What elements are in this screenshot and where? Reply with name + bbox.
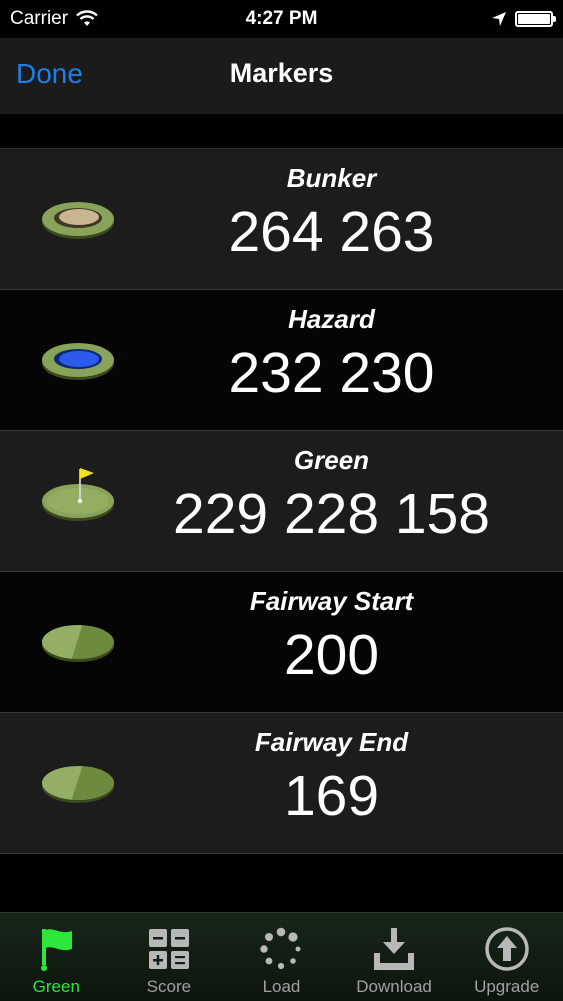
tab-label: Upgrade	[474, 977, 540, 996]
marker-distances: 229 228 158	[173, 482, 490, 546]
calculator-icon	[145, 925, 193, 973]
battery-level	[518, 14, 550, 24]
marker-row[interactable]: Fairway Start 200	[0, 572, 563, 713]
tab-label: Green	[32, 977, 80, 996]
marker-name: Fairway Start	[249, 586, 414, 616]
marker-name: Fairway End	[254, 727, 409, 757]
location-arrow-icon	[492, 12, 506, 26]
tab-score[interactable]: Score	[113, 913, 226, 1001]
marker-distances: 232 230	[228, 341, 435, 405]
done-button[interactable]: Done	[16, 58, 83, 90]
tab-load[interactable]: Load	[225, 913, 338, 1001]
download-icon	[370, 925, 418, 973]
tab-green[interactable]: Green	[0, 913, 113, 1001]
marker-name: Hazard	[288, 304, 375, 334]
status-right	[491, 11, 556, 27]
tab-label: Download	[356, 977, 432, 996]
marker-name: Bunker	[286, 163, 377, 193]
wifi-icon	[76, 10, 98, 26]
tab-download[interactable]: Download	[338, 913, 451, 1001]
marker-distances: 264 263	[228, 200, 435, 264]
battery-icon	[515, 11, 556, 27]
tab-label: Score	[146, 977, 192, 996]
marker-row[interactable]: Green 229 228 158	[0, 431, 563, 572]
marker-name: Green	[293, 445, 370, 475]
marker-row[interactable]: Fairway End 169	[0, 713, 563, 854]
tab-label: Load	[262, 977, 301, 996]
carrier-label: Carrier	[10, 8, 69, 29]
marker-row[interactable]: Bunker 264 263	[0, 148, 563, 290]
status-bar: Carrier 4:27 PM	[0, 0, 563, 38]
upgrade-icon	[483, 925, 531, 973]
marker-list: Bunker 264 263 Hazard 232 230 Green 229 228 1…	[0, 148, 563, 854]
flag-icon	[32, 925, 80, 973]
page-title: Markers	[229, 58, 334, 88]
navigation-bar: Done Markers	[0, 38, 563, 114]
status-left: Carrier	[10, 8, 98, 30]
tab-bar: Green Score Load Download Upgrade	[0, 912, 563, 1001]
tab-upgrade[interactable]: Upgrade	[450, 913, 563, 1001]
marker-row[interactable]: Hazard 232 230	[0, 290, 563, 431]
marker-distances: 200	[283, 623, 380, 687]
marker-distances: 169	[283, 764, 380, 828]
spinner-icon	[257, 925, 305, 973]
